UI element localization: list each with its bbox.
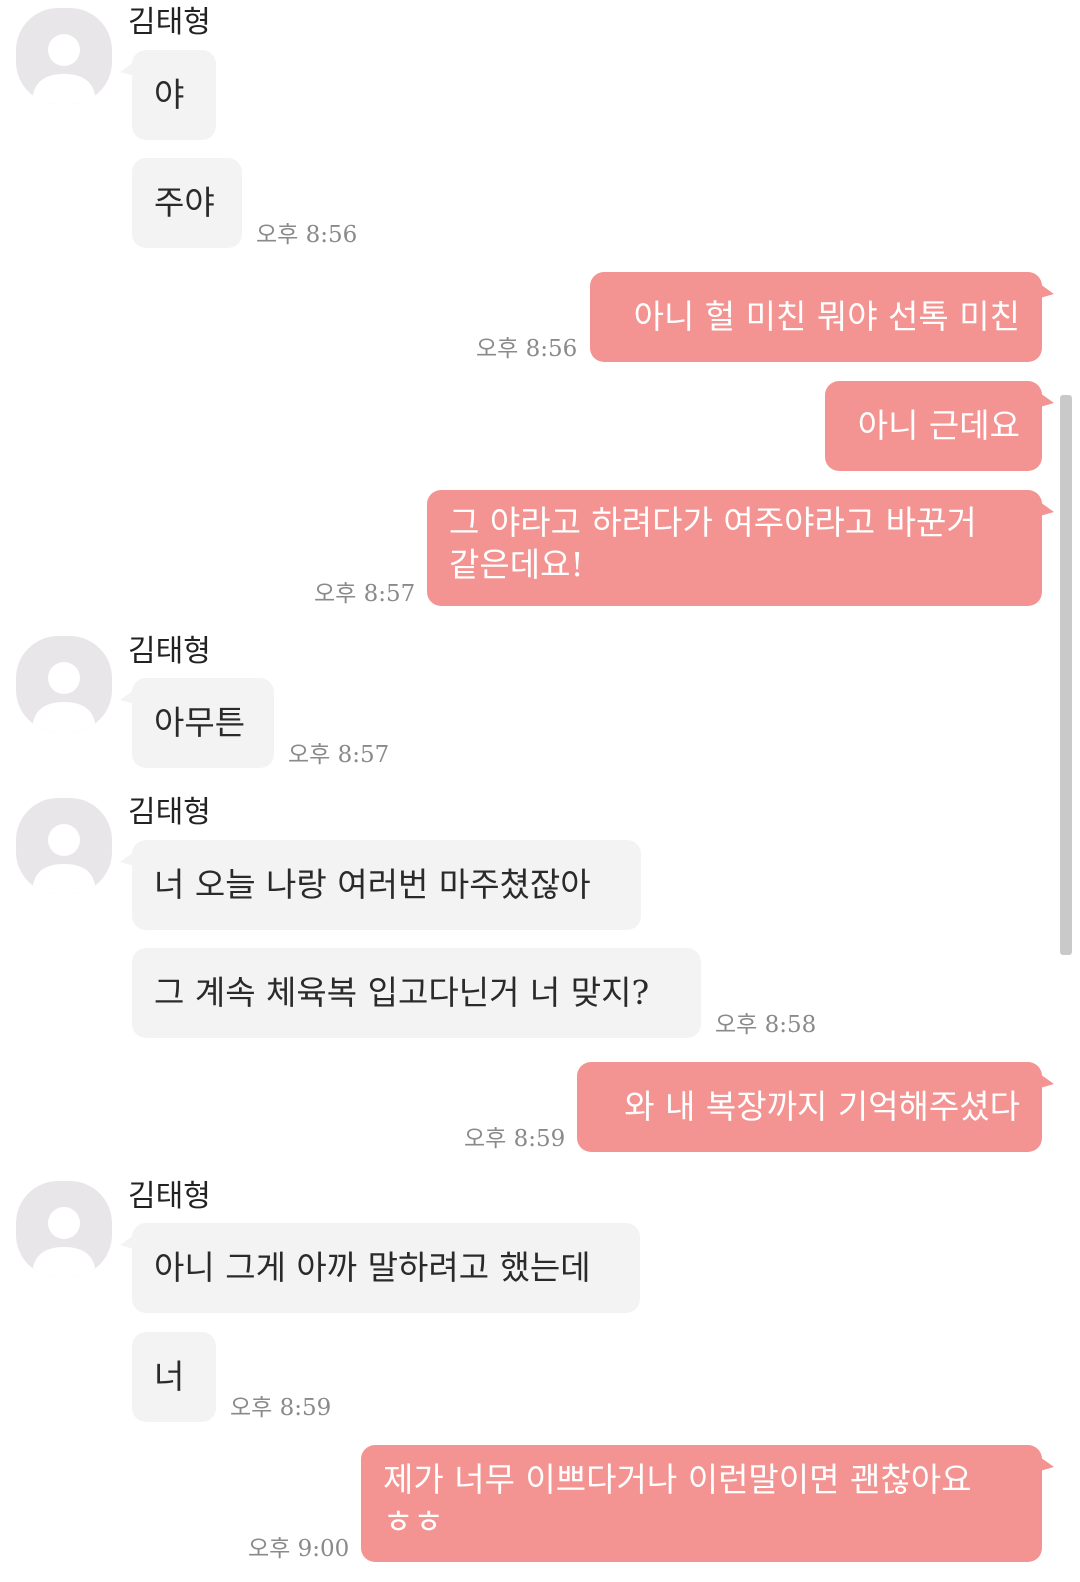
message-text: 너 [154, 1357, 185, 1396]
sender-name: 김태형 [128, 634, 211, 669]
message-timestamp: 오후 8:59 [230, 1395, 332, 1421]
default-profile-person-icon [32, 824, 96, 894]
outgoing-message[interactable]: 아니 헐 미친 뭐야 선톡 미친 [590, 272, 1054, 362]
outgoing-message[interactable]: 제가 너무 이쁘다거나 이런말이면 괜찮아요 ㅎㅎ [361, 1445, 1054, 1562]
sender-name: 김태형 [128, 795, 211, 830]
message-text: 와 내 복장까지 기억해주셨다 [624, 1087, 1020, 1126]
message-timestamp: 오후 8:57 [314, 581, 416, 607]
incoming-message[interactable]: 아니 그게 아까 말하려고 했는데 [120, 1223, 640, 1313]
incoming-message[interactable]: 너 오늘 나랑 여러번 마주쳤잖아 [120, 840, 641, 930]
sender-avatar[interactable] [16, 798, 112, 894]
message-timestamp: 오후 9:00 [248, 1536, 350, 1562]
message-text-line: 제가 너무 이쁘다거나 이런말이면 괜찮아요 [383, 1460, 972, 1499]
message-timestamp: 오후 8:56 [256, 222, 358, 248]
incoming-message[interactable]: 주야 [132, 158, 242, 248]
message-text: 주야 [154, 183, 215, 222]
outgoing-message[interactable]: 아니 근데요 [825, 381, 1054, 471]
sender-name: 김태형 [128, 5, 211, 40]
message-text: 아니 그게 아까 말하려고 했는데 [154, 1248, 591, 1287]
sender-name: 김태형 [128, 1179, 211, 1214]
message-text: 야 [154, 75, 185, 114]
message-text: 아무튼 [154, 703, 246, 742]
incoming-message[interactable]: 그 계속 체육복 입고다닌거 너 맞지? [132, 948, 701, 1038]
default-profile-person-icon [32, 1207, 96, 1277]
outgoing-message[interactable]: 그 야라고 하려다가 여주야라고 바꾼거 같은데요! [427, 490, 1054, 606]
message-text-line: 같은데요! [449, 545, 584, 584]
message-timestamp: 오후 8:57 [288, 742, 390, 768]
default-profile-person-icon [32, 34, 96, 104]
incoming-message[interactable]: 아무튼 [120, 678, 274, 768]
incoming-message[interactable]: 너 [132, 1332, 216, 1422]
message-text: 너 오늘 나랑 여러번 마주쳤잖아 [154, 865, 591, 904]
incoming-message[interactable]: 야 [120, 50, 216, 140]
message-text: 아니 헐 미친 뭐야 선톡 미친 [633, 297, 1020, 336]
sender-avatar[interactable] [16, 8, 112, 104]
message-text: 그 계속 체육복 입고다닌거 너 맞지? [154, 973, 650, 1012]
message-timestamp: 오후 8:59 [464, 1126, 566, 1152]
message-timestamp: 오후 8:58 [715, 1012, 817, 1038]
message-text-line: ㅎㅎ [383, 1502, 444, 1541]
scrollbar[interactable] [1060, 395, 1072, 955]
default-profile-person-icon [32, 662, 96, 732]
message-text: 아니 근데요 [857, 406, 1020, 445]
message-text-line: 그 야라고 하려다가 여주야라고 바꾼거 [449, 503, 977, 542]
sender-avatar[interactable] [16, 636, 112, 732]
message-timestamp: 오후 8:56 [476, 336, 578, 362]
outgoing-message[interactable]: 와 내 복장까지 기억해주셨다 [577, 1062, 1054, 1152]
sender-avatar[interactable] [16, 1181, 112, 1277]
